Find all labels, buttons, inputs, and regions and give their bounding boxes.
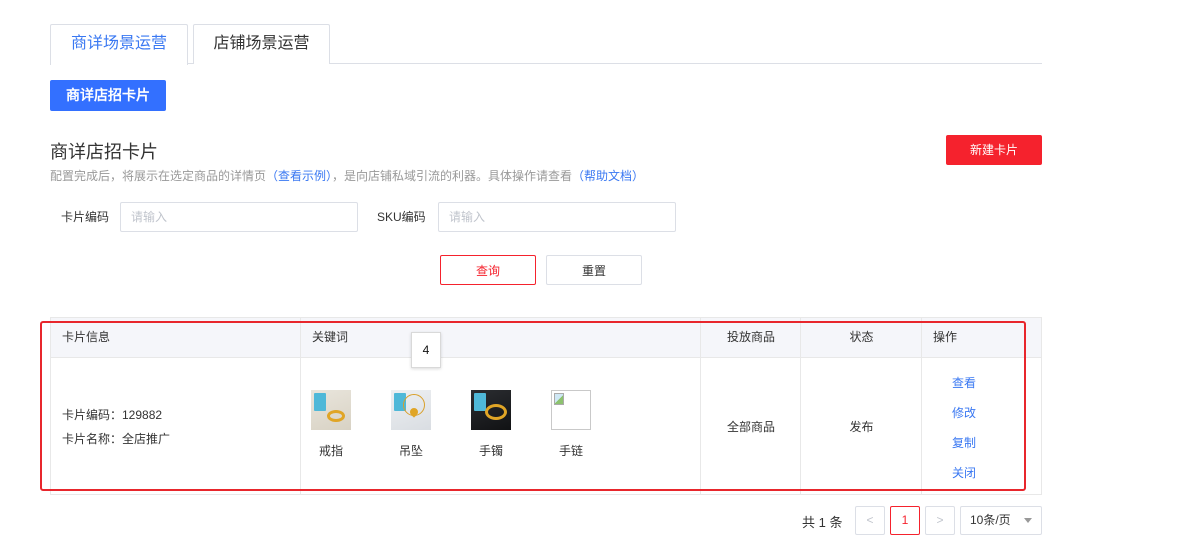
tab-product-detail-scene[interactable]: 商详场景运营 — [50, 24, 188, 65]
card-code-value: 卡片编码：129882 — [62, 408, 163, 422]
broken-image-icon — [551, 390, 591, 430]
description-text-2: ，是向店铺私域引流的利器。具体操作请查看 — [332, 169, 573, 183]
status-value: 发布 — [849, 420, 874, 434]
keyword-label: 手镯 — [478, 444, 503, 458]
tab-store-scene[interactable]: 店铺场景运营 — [193, 24, 330, 64]
column-divider — [700, 318, 701, 494]
ring-image — [311, 390, 351, 430]
header-products: 投放商品 — [726, 330, 775, 344]
header-status: 状态 — [849, 330, 874, 344]
card-code-input[interactable] — [120, 202, 358, 232]
total-count: 共 1 条 — [802, 515, 843, 530]
sku-code-input[interactable] — [438, 202, 676, 232]
card-code-label: 卡片编码 — [61, 210, 110, 224]
keyword-item: 手镯 — [461, 390, 521, 459]
keyword-label: 吊坠 — [398, 444, 423, 458]
pendant-image — [391, 390, 431, 430]
keyword-item: 戒指 — [301, 390, 361, 459]
help-doc-link[interactable]: （帮助文档） — [572, 169, 644, 183]
chevron-left-icon: < — [866, 513, 874, 527]
description-text-1: 配置完成后，将展示在选定商品的详情页 — [50, 169, 267, 183]
table-header: 卡片信息 关键词 投放商品 状态 操作 — [51, 318, 1041, 358]
products-value: 全部商品 — [726, 420, 775, 434]
reset-button[interactable]: 重置 — [546, 255, 642, 285]
bracelet-image — [471, 390, 511, 430]
prev-page-button[interactable]: < — [855, 506, 885, 535]
query-button[interactable]: 查询 — [440, 255, 536, 285]
next-page-button[interactable]: > — [925, 506, 955, 535]
view-example-link[interactable]: （查看示例） — [266, 169, 332, 183]
page-size-select[interactable]: 10条/页 — [960, 506, 1042, 535]
store-card-button[interactable]: 商详店招卡片 — [50, 80, 166, 111]
page-size-value: 10条/页 — [970, 513, 1011, 527]
copy-action-link[interactable]: 复制 — [951, 434, 977, 451]
header-keywords: 关键词 — [312, 330, 349, 344]
keyword-item: 手链 — [541, 390, 601, 459]
view-action-link[interactable]: 查看 — [951, 374, 977, 391]
caret-down-icon — [1024, 518, 1032, 523]
chevron-right-icon: > — [936, 513, 944, 527]
page-description: 配置完成后，将展示在选定商品的详情页（查看示例），是向店铺私域引流的利器。具体操… — [50, 167, 644, 184]
column-divider — [800, 318, 801, 494]
edit-action-link[interactable]: 修改 — [951, 404, 977, 421]
page-title: 商详店招卡片 — [50, 142, 158, 162]
keyword-item: 吊坠 — [381, 390, 441, 459]
cards-table: 卡片信息 关键词 投放商品 状态 操作 卡片编码：129882 卡片名称：全店推… — [50, 317, 1042, 495]
overlay-badge: 4 — [411, 332, 441, 368]
close-action-link[interactable]: 关闭 — [951, 464, 977, 481]
new-card-button[interactable]: 新建卡片 — [946, 135, 1042, 165]
header-actions: 操作 — [933, 330, 958, 344]
keyword-label: 手链 — [558, 444, 583, 458]
card-name-value: 卡片名称：全店推广 — [62, 432, 171, 446]
keyword-label: 戒指 — [318, 444, 343, 458]
sku-code-label: SKU编码 — [377, 210, 426, 224]
column-divider — [921, 318, 922, 494]
scene-tabs: 商详场景运营 店铺场景运营 — [50, 24, 1042, 65]
header-card-info: 卡片信息 — [62, 330, 111, 344]
page-1-button[interactable]: 1 — [890, 506, 920, 535]
